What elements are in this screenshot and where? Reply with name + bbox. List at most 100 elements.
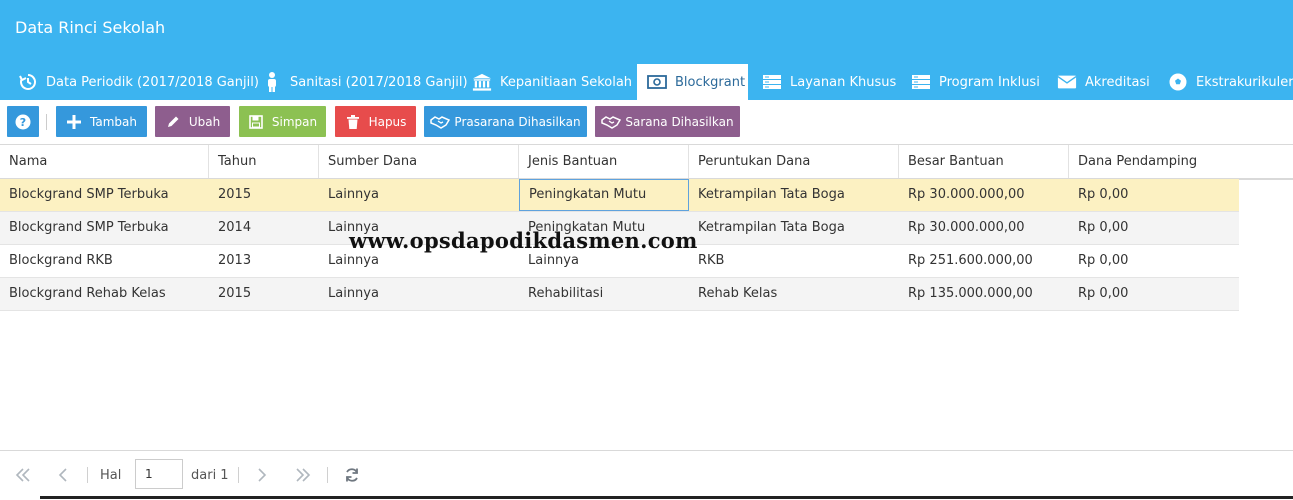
tab-bar: Data Periodik (2017/2018 Ganjil) Sanitas… bbox=[0, 64, 1293, 100]
tab-label: Layanan Khusus bbox=[790, 74, 897, 90]
cell-besar-bantuan: Rp 30.000.000,00 bbox=[908, 220, 1025, 235]
tab-label: Kepanitiaan Sekolah bbox=[500, 74, 633, 90]
cell-peruntukan-dana: Rehab Kelas bbox=[698, 286, 778, 301]
money-icon bbox=[647, 72, 667, 92]
ubah-button[interactable]: Ubah bbox=[155, 106, 230, 137]
table-row[interactable]: Blockgrand SMP Terbuka 2015 Lainnya Peni… bbox=[0, 179, 1239, 212]
sarana-dihasilkan-button[interactable]: Sarana Dihasilkan bbox=[595, 106, 740, 137]
refresh-icon bbox=[344, 467, 360, 483]
column-header-tahun[interactable]: Tahun bbox=[209, 145, 319, 178]
cell-peruntukan-dana: Ketrampilan Tata Boga bbox=[698, 220, 845, 235]
envelope-icon bbox=[1057, 72, 1077, 92]
tambah-button[interactable]: Tambah bbox=[56, 106, 147, 137]
app-header: Data Rinci Sekolah Data Periodik (2017/2… bbox=[0, 0, 1293, 100]
pager-separator bbox=[327, 467, 328, 483]
cell-dana-pendamping: Rp 0,00 bbox=[1078, 187, 1129, 202]
next-page-button[interactable] bbox=[257, 463, 267, 487]
pencil-icon bbox=[165, 114, 181, 130]
cell-tahun: 2015 bbox=[218, 286, 252, 301]
column-header-nama[interactable]: Nama bbox=[0, 145, 209, 178]
page-total-label: dari 1 bbox=[191, 467, 229, 483]
last-page-button[interactable] bbox=[295, 463, 311, 487]
simpan-button[interactable]: Simpan bbox=[239, 106, 326, 137]
pagination-bar: Hal 1 dari 1 bbox=[0, 450, 1293, 500]
tab-ekstrakurikuler[interactable]: Ekstrakurikuler bbox=[1168, 64, 1293, 100]
tab-akreditasi[interactable]: Akreditasi bbox=[1057, 64, 1150, 100]
cell-sumber-dana: Lainnya bbox=[328, 286, 379, 301]
cell-tahun: 2015 bbox=[218, 187, 252, 202]
cell-dana-pendamping: Rp 0,00 bbox=[1078, 286, 1129, 301]
table-row[interactable]: Blockgrand Rehab Kelas 2015 Lainnya Reha… bbox=[0, 278, 1239, 311]
tab-program-inklusi[interactable]: Program Inklusi bbox=[911, 64, 1040, 100]
tab-blockgrant[interactable]: Blockgrant bbox=[637, 64, 748, 100]
pager-separator bbox=[238, 467, 239, 483]
cell-tahun: 2014 bbox=[218, 220, 252, 235]
soccer-ball-icon bbox=[1168, 72, 1188, 92]
refresh-button[interactable] bbox=[344, 463, 360, 487]
column-header-besar-bantuan[interactable]: Besar Bantuan bbox=[899, 145, 1069, 178]
prasarana-dihasilkan-button[interactable]: Prasarana Dihasilkan bbox=[424, 106, 587, 137]
watermark-text: www.opsdapodikdasmen.com bbox=[349, 228, 698, 253]
tab-label: Ekstrakurikuler bbox=[1196, 74, 1293, 90]
ubah-label: Ubah bbox=[188, 114, 221, 129]
cell-dana-pendamping: Rp 0,00 bbox=[1078, 253, 1129, 268]
tambah-label: Tambah bbox=[90, 114, 137, 129]
cell-tahun: 2013 bbox=[218, 253, 252, 268]
tab-label: Akreditasi bbox=[1085, 74, 1150, 90]
hapus-button[interactable]: Hapus bbox=[335, 106, 416, 137]
cell-nama: Blockgrand SMP Terbuka bbox=[9, 187, 169, 202]
cell-nama: Blockgrand Rehab Kelas bbox=[9, 286, 166, 301]
server-icon bbox=[762, 72, 782, 92]
column-header-sumber-dana[interactable]: Sumber Dana bbox=[319, 145, 519, 178]
first-page-button[interactable] bbox=[15, 463, 31, 487]
history-icon bbox=[18, 72, 38, 92]
prasarana-label: Prasarana Dihasilkan bbox=[454, 114, 581, 129]
toolbar: ? Tambah Ubah Simpan Hapus Prasarana Dih… bbox=[0, 100, 1293, 144]
cell-besar-bantuan: Rp 135.000.000,00 bbox=[908, 286, 1033, 301]
trash-icon bbox=[345, 114, 361, 130]
column-header-peruntukan-dana[interactable]: Peruntukan Dana bbox=[689, 145, 899, 178]
handshake-icon bbox=[430, 114, 451, 130]
tab-label: Data Periodik (2017/2018 Ganjil) bbox=[46, 74, 259, 90]
cell-besar-bantuan: Rp 251.600.000,00 bbox=[908, 253, 1033, 268]
tab-kepanitiaan[interactable]: Kepanitiaan Sekolah bbox=[472, 64, 632, 100]
cell-dana-pendamping: Rp 0,00 bbox=[1078, 220, 1129, 235]
tab-data-periodik[interactable]: Data Periodik (2017/2018 Ganjil) bbox=[18, 64, 259, 100]
prev-page-button[interactable] bbox=[58, 463, 68, 487]
page-label: Hal bbox=[100, 467, 122, 483]
sarana-label: Sarana Dihasilkan bbox=[625, 114, 734, 129]
cell-jenis-bantuan: Rehabilitasi bbox=[528, 286, 604, 301]
person-icon bbox=[262, 72, 282, 92]
svg-text:?: ? bbox=[20, 116, 26, 129]
page-number-input[interactable]: 1 bbox=[135, 459, 183, 489]
handshake-icon bbox=[601, 114, 622, 130]
double-chevron-right-icon bbox=[295, 468, 311, 482]
cell-peruntukan-dana: RKB bbox=[698, 253, 725, 268]
hapus-label: Hapus bbox=[368, 114, 407, 129]
cell-nama: Blockgrand RKB bbox=[9, 253, 113, 268]
pager-separator bbox=[87, 467, 88, 483]
institution-icon bbox=[472, 72, 492, 92]
chevron-left-icon bbox=[58, 468, 68, 482]
cell-besar-bantuan: Rp 30.000.000,00 bbox=[908, 187, 1025, 202]
column-header-jenis-bantuan[interactable]: Jenis Bantuan bbox=[519, 145, 689, 178]
toolbar-separator bbox=[46, 114, 47, 130]
cell-nama: Blockgrand SMP Terbuka bbox=[9, 220, 169, 235]
plus-icon bbox=[66, 114, 82, 130]
server-icon bbox=[911, 72, 931, 92]
tab-sanitasi[interactable]: Sanitasi (2017/2018 Ganjil) bbox=[262, 64, 468, 100]
tab-layanan-khusus[interactable]: Layanan Khusus bbox=[762, 64, 896, 100]
simpan-label: Simpan bbox=[271, 114, 318, 129]
chevron-right-icon bbox=[257, 468, 267, 482]
column-header-dana-pendamping[interactable]: Dana Pendamping bbox=[1069, 145, 1293, 178]
page-title: Data Rinci Sekolah bbox=[15, 18, 166, 37]
question-icon: ? bbox=[15, 114, 31, 130]
cell-jenis-bantuan-focused[interactable]: Peningkatan Mutu bbox=[519, 179, 689, 211]
tab-label: Blockgrant bbox=[675, 74, 746, 90]
cell-sumber-dana: Lainnya bbox=[328, 187, 379, 202]
double-chevron-left-icon bbox=[15, 468, 31, 482]
save-icon bbox=[248, 114, 264, 130]
help-button[interactable]: ? bbox=[7, 106, 39, 137]
tab-label: Sanitasi (2017/2018 Ganjil) bbox=[290, 74, 468, 90]
tab-label: Program Inklusi bbox=[939, 74, 1040, 90]
